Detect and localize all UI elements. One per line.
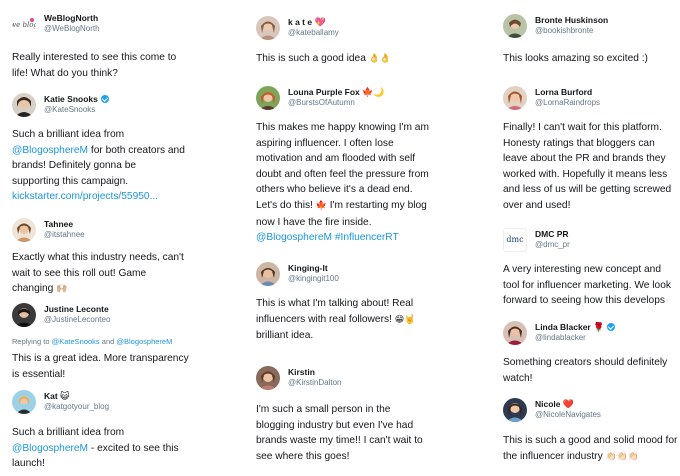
tweet-text: Exactly what this industry needs, can't … [12,252,184,295]
grin-rock-on-icon: 😁🤘 [394,314,416,325]
tweet-card[interactable]: Kat 😺 @katgotyour_blog Such a brilliant … [12,390,227,469]
mention-hashtag-link[interactable]: @BlogosphereM #InfluencerRT [256,230,429,246]
avatar[interactable]: we blog [12,12,36,36]
user-handle[interactable]: @bookishbronte [535,26,593,35]
avatar[interactable] [256,262,280,286]
tweet-card[interactable]: we blog WeBlogNorth @WeBlogNorth Really … [12,12,227,79]
kickstarter-link[interactable]: kickstarter.com/projects/55950... [12,189,185,205]
user-handle[interactable]: @JustineLeconteo [44,315,110,324]
replying-to-label: Replying to @KateSnooks and @Blogosphere… [12,337,173,346]
tweet-text: This is what I'm talking about! Real inf… [256,298,416,342]
user-handle[interactable]: @lindablacker [535,333,586,342]
display-name[interactable]: WeBlogNorth [44,13,98,23]
display-name[interactable]: Kat 😺 [44,391,69,402]
display-name[interactable]: Lorna Burford [535,87,592,97]
tweet-card[interactable]: Bronte Huskinson @bookishbronte This loo… [503,14,679,64]
display-name[interactable]: Louna Purple Fox 🍁🌙 [288,87,385,98]
tweet-card[interactable]: Kinging-It @kingingit100 This is what I'… [256,262,471,341]
rose-icon: 🌹 [593,323,605,333]
mention-link[interactable]: @BlogosphereM [116,337,172,346]
tweet-text: Really interested to see this come to li… [12,52,177,79]
display-name[interactable]: Kinging-It [288,263,328,273]
avatar[interactable] [12,93,36,117]
tweet-card[interactable]: Lorna Burford @LornaRaindrops Finally! I… [503,86,679,211]
verified-badge-icon [100,95,109,103]
mention-link[interactable]: @BlogosphereM [12,145,88,156]
tweet-card[interactable]: dmc DMC PR @dmc_pr A very interesting ne… [503,228,679,306]
mention-link[interactable]: @KateSnooks [52,337,100,346]
avatar[interactable] [503,398,527,422]
user-handle[interactable]: @BurstsOfAutumn [288,98,355,107]
display-name[interactable]: DMC PR [535,229,569,239]
user-handle[interactable]: @kateballamy [288,28,339,37]
tweet-card[interactable]: Tahnee @itstahnee Exactly what this indu… [12,218,227,294]
tweet-card[interactable]: Linda Blacker 🌹 @lindablacker Something … [503,321,679,384]
red-heart-icon: ❤️ [562,400,575,410]
tweet-card[interactable]: Justine Leconte @JustineLeconteo Replyin… [12,303,227,380]
tweet-text: I'm such a small person in the blogging … [256,404,423,462]
tweet-text: Something creators should definitely wat… [503,357,668,384]
clapping-hands-icon: 👏🏻👏🏻👏🏻 [605,451,640,462]
svg-text:we blog: we blog [12,21,36,29]
tweet-card[interactable]: Kirstin @KirstinDalton I'm such a small … [256,366,471,462]
avatar[interactable] [256,366,280,390]
mention-link[interactable]: @BlogosphereM [12,443,88,454]
avatar[interactable] [256,86,280,110]
tweet-text: This is a great idea. More transparency … [12,353,189,380]
user-handle[interactable]: @KateSnooks [44,105,95,114]
sparkling-heart-icon: 💖 [314,18,326,28]
display-name[interactable]: Kirstin [288,367,315,377]
maple-leaf-icon: 🍁 [315,200,327,211]
user-handle[interactable]: @KirstinDalton [288,378,341,387]
tweet-text: This makes me happy knowing I'm am aspir… [256,120,429,246]
user-handle[interactable]: @WeBlogNorth [44,24,100,33]
avatar[interactable] [503,14,527,38]
ok-hand-icon: 👌👌 [368,54,392,64]
display-name[interactable]: Bronte Huskinson [535,15,608,25]
display-name[interactable]: Katie Snooks [44,94,109,104]
user-handle[interactable]: @LornaRaindrops [535,98,600,107]
dmc-logo: dmc [506,235,524,244]
tweet-card[interactable]: k a t e 💖 @kateballamy This is such a go… [256,16,471,64]
tweet-text: A very interesting new concept and tool … [503,264,671,307]
avatar[interactable] [503,321,527,345]
display-name[interactable]: Nicole ❤️ [535,399,574,410]
maple-leaf-moon-icon: 🍁🌙 [362,88,385,98]
tweet-text: Finally! I can't wait for this platform.… [503,122,672,211]
user-handle[interactable]: @kingingit100 [288,274,339,283]
tweet-text: This looks amazing so excited :) [503,53,648,64]
tweet-text: Such a brilliant idea from @BlogosphereM… [12,427,179,470]
tweet-card[interactable]: Nicole ❤️ @NicoleNavigates This is such … [503,398,679,462]
avatar[interactable] [12,390,36,414]
avatar[interactable]: dmc [503,228,527,252]
tweet-text: This is such a good and solid mood for t… [503,435,678,462]
user-handle[interactable]: @NicoleNavigates [535,410,601,419]
user-handle[interactable]: @katgotyour_blog [44,402,109,411]
cat-face-icon: 😺 [60,392,70,402]
avatar[interactable] [256,16,280,40]
display-name[interactable]: Linda Blacker 🌹 [535,322,616,333]
avatar[interactable] [503,86,527,110]
tweet-text: Such a brilliant idea from @BlogosphereM… [12,127,185,205]
user-handle[interactable]: @itstahnee [44,230,85,239]
verified-badge-icon [607,323,616,331]
tweet-card[interactable]: Louna Purple Fox 🍁🌙 @BurstsOfAutumn This… [256,86,471,243]
display-name[interactable]: Justine Leconte [44,304,109,314]
avatar[interactable] [12,303,36,327]
tweet-text: This is such a good idea 👌👌 [256,53,392,64]
display-name[interactable]: k a t e 💖 [288,17,326,28]
tweet-card[interactable]: Katie Snooks @KateSnooks Such a brillian… [12,93,227,202]
user-handle[interactable]: @dmc_pr [535,240,570,249]
display-name[interactable]: Tahnee [44,219,73,229]
raised-hands-icon: 🙌🏼 [56,284,68,295]
avatar[interactable] [12,218,36,242]
